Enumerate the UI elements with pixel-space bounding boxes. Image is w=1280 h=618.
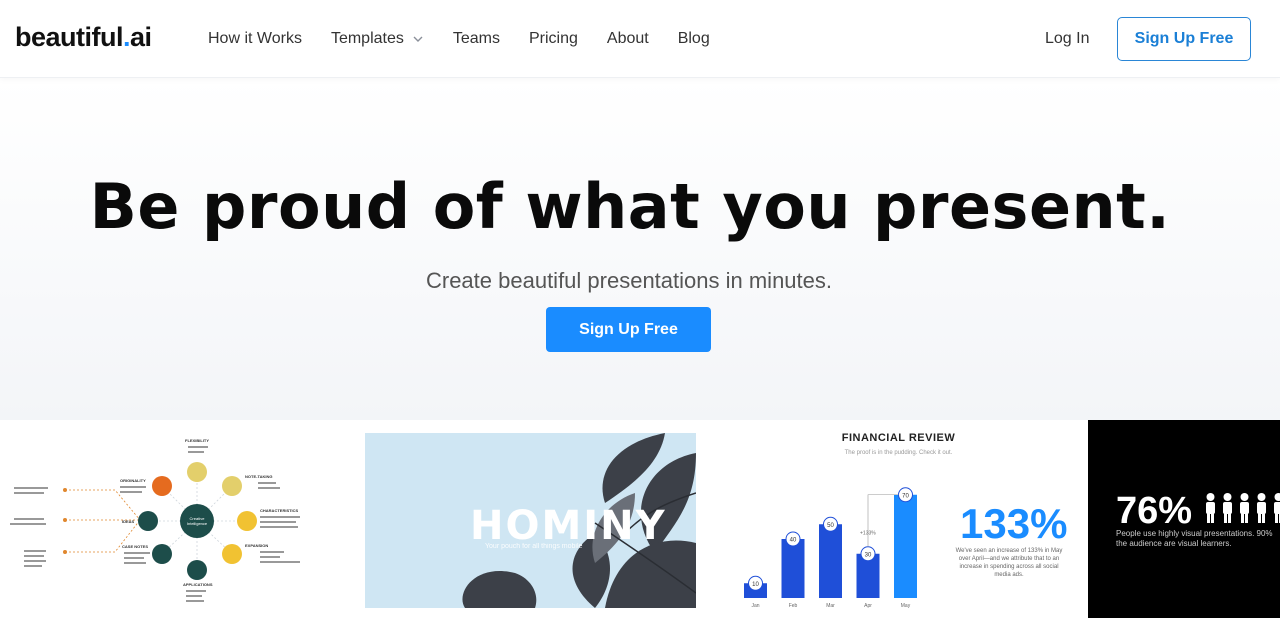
logo-dot: . <box>123 22 131 52</box>
logo-ai: ai <box>130 22 152 52</box>
financial-bar-chart: 10 Jan 40 Feb 50 Mar 30 Apr 70 May +133% <box>744 487 917 609</box>
hominy-subtitle: Your pouch for all things mobile <box>485 543 583 550</box>
svg-text:ORIGINALITY: ORIGINALITY <box>120 478 146 483</box>
svg-text:APPLICATIONS: APPLICATIONS <box>183 582 213 587</box>
person-icon <box>1206 493 1215 523</box>
value-label: 10 <box>752 582 759 588</box>
bar-feb <box>781 539 805 598</box>
main-menu: How it Works Templates Teams Pricing Abo… <box>208 30 739 48</box>
value-label: 50 <box>827 523 834 529</box>
nav-pricing-label: Pricing <box>528 30 578 47</box>
audience-stat: 76% <box>1116 490 1193 532</box>
template-card-hominy[interactable]: HOMINY Your pouch for all things mobile <box>352 420 708 618</box>
nav-teams-label: Teams <box>452 30 500 47</box>
tick-label: Jan <box>751 603 759 609</box>
tick-label: Feb <box>789 603 798 609</box>
bar-mar <box>819 524 842 598</box>
tick-label: May <box>901 603 911 609</box>
logo-text: beautiful <box>15 22 124 52</box>
nav-templates-label: Templates <box>330 30 404 47</box>
annotation-label: +133% <box>860 530 876 536</box>
svg-text:IDEAS: IDEAS <box>122 519 135 524</box>
tick-label: Apr <box>864 603 872 609</box>
template-card-mindmap[interactable]: Creative Intelligence FLEXIBILITY NOTE-T… <box>0 420 340 618</box>
nav-blog-label: Blog <box>677 30 710 47</box>
signup-button-nav[interactable]: Sign Up Free <box>1117 17 1251 61</box>
svg-text:EXPANSION: EXPANSION <box>245 543 268 548</box>
svg-text:FLEXIBILITY: FLEXIBILITY <box>185 438 209 443</box>
hero-subheadline: Create beautiful presentations in minute… <box>425 268 832 293</box>
nav-teams[interactable]: Teams <box>453 30 500 48</box>
audience-text-line1: People use highly visual presentations. … <box>1116 529 1273 538</box>
financial-big-stat: 133% <box>960 500 1068 547</box>
value-label: 40 <box>790 538 797 544</box>
hero-headline: Be proud of what you present. <box>89 170 1171 243</box>
value-label: 70 <box>902 493 909 499</box>
person-icon <box>1274 493 1280 523</box>
svg-text:NOTE-TAKING: NOTE-TAKING <box>245 474 272 479</box>
template-card-audience-stat[interactable]: 76% People use highly visual presentatio… <box>1088 420 1280 618</box>
person-icon <box>1257 493 1266 523</box>
mindmap-diagram: Creative Intelligence FLEXIBILITY NOTE-T… <box>10 438 300 602</box>
svg-text:Intelligence: Intelligence <box>187 521 208 526</box>
nav-blog[interactable]: Blog <box>678 30 710 48</box>
tick-label: Mar <box>826 603 835 609</box>
value-label: 30 <box>865 552 872 558</box>
bar-may <box>894 494 917 598</box>
people-icons <box>1204 492 1280 524</box>
template-card-financial-review[interactable]: FINANCIAL REVIEW The proof is in the pud… <box>720 420 1077 618</box>
person-icon <box>1240 493 1249 523</box>
svg-text:CASE NOTES: CASE NOTES <box>122 544 148 549</box>
audience-text-line2: the audience are visual learners. <box>1116 539 1232 548</box>
signup-button-hero[interactable]: Sign Up Free <box>546 307 711 352</box>
nav-templates[interactable]: Templates <box>331 30 424 48</box>
hero-section <box>0 78 1280 420</box>
nav-pricing[interactable]: Pricing <box>529 30 578 48</box>
nav-how-it-works[interactable]: How it Works <box>208 30 302 48</box>
hominy-slide: HOMINY Your pouch for all things mobile <box>365 433 696 608</box>
audience-text: People use highly visual presentations. … <box>1116 529 1280 549</box>
svg-text:CHARACTERISTICS: CHARACTERISTICS <box>260 508 299 513</box>
nav-about-label: About <box>606 30 649 47</box>
annotation-bracket <box>867 494 899 547</box>
nav-how-it-works-label: How it Works <box>208 30 302 47</box>
chevron-down-icon <box>413 36 423 42</box>
nav-about[interactable]: About <box>607 30 649 48</box>
top-navbar: beautiful.ai How it Works Templates Team… <box>0 0 1280 78</box>
logo[interactable]: beautiful.ai <box>15 22 152 53</box>
login-link[interactable]: Log In <box>1045 30 1089 48</box>
financial-stat-text: We've seen an increase of 133% in May ov… <box>955 548 1063 578</box>
person-icon <box>1223 493 1232 523</box>
